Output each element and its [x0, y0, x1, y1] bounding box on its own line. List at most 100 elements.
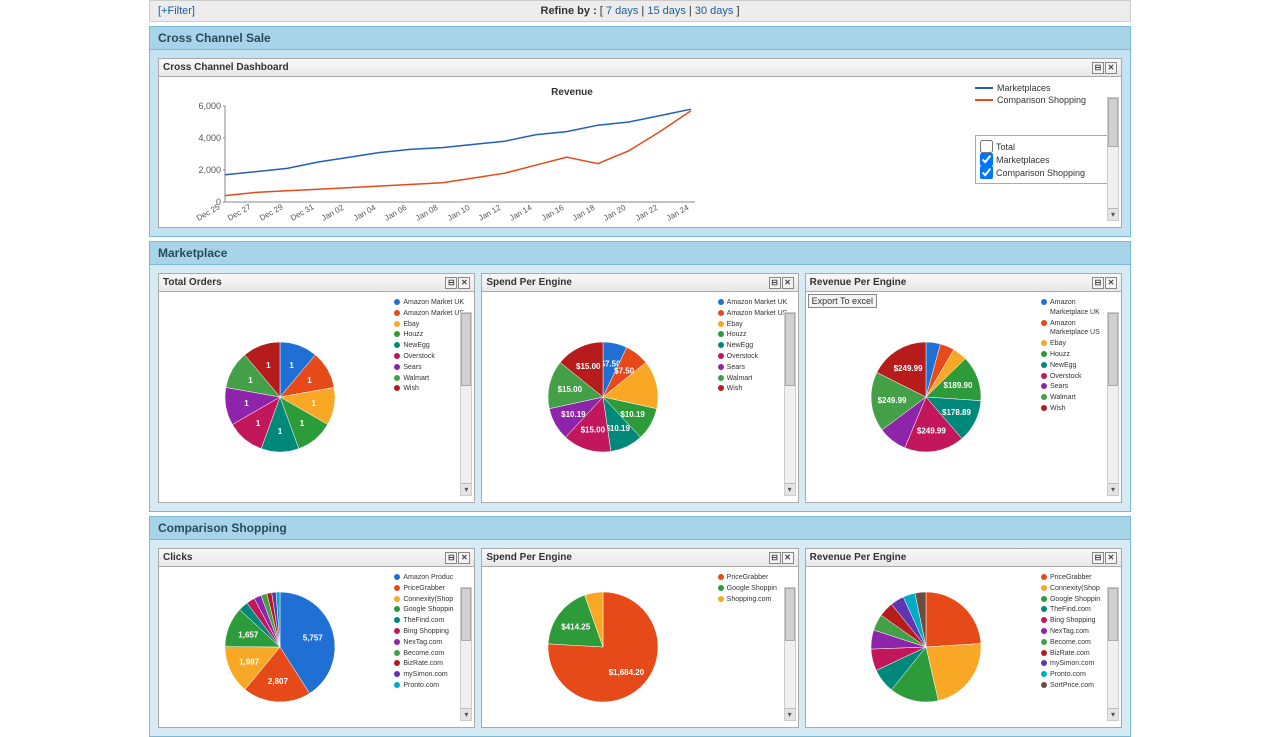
svg-text:1,657: 1,657 [238, 630, 259, 639]
legend-item: Google Shoppin [1041, 595, 1115, 605]
svg-text:4,000: 4,000 [198, 133, 221, 143]
legend-item: NewEgg [718, 341, 792, 351]
scrollbar[interactable]: ▾ [460, 312, 472, 496]
legend-item: Walmart [718, 374, 792, 384]
scrollbar[interactable]: ▾ [1107, 312, 1119, 496]
scrollbar[interactable]: ▾ [784, 312, 796, 496]
pie-chart: $7.50$7.50$10.19$10.19$15.00$10.19$15.00… [538, 332, 668, 462]
scrollbar[interactable]: ▾ [784, 587, 796, 721]
legend-item: Overstock [718, 352, 792, 362]
legend-item: Amazon Produc [394, 573, 468, 583]
close-icon[interactable]: ✕ [782, 277, 794, 289]
svg-text:1: 1 [266, 361, 271, 370]
legend-item: mySimon.com [1041, 659, 1115, 669]
close-icon[interactable]: ✕ [1105, 277, 1117, 289]
legend-item: Google Shoppin [394, 605, 468, 615]
close-icon[interactable]: ✕ [782, 552, 794, 564]
scrollbar[interactable]: ▾ [1107, 97, 1119, 221]
legend-item: Houzz [1041, 350, 1115, 360]
pie-chart: $189.90$178.89$249.99$249.99$249.99 [861, 332, 991, 462]
widget-mp-total-orders: Total Orders ⊟✕ 111111111 Amazon Market … [158, 273, 475, 503]
svg-text:1: 1 [277, 427, 282, 436]
series-toggle[interactable]: Marketplaces [980, 153, 1110, 166]
line-chart-svg: 02,0004,0006,000 [195, 102, 695, 212]
widget-cs-revenue: Revenue Per Engine ⊟✕ PriceGrabberConnex… [805, 548, 1122, 728]
legend-item: TheFind.com [394, 616, 468, 626]
svg-text:1,987: 1,987 [239, 657, 260, 666]
close-icon[interactable]: ✕ [458, 277, 470, 289]
legend-item: NewEgg [394, 341, 468, 351]
legend-item: Comparison Shopping [975, 95, 1115, 105]
svg-text:1: 1 [289, 361, 294, 370]
legend-item: Become.com [1041, 638, 1115, 648]
minimize-icon[interactable]: ⊟ [1092, 277, 1104, 289]
section-comparison: Comparison Shopping Clicks ⊟✕ 5,7572,807… [149, 516, 1131, 737]
svg-text:$414.25: $414.25 [561, 623, 590, 632]
scrollbar[interactable]: ▾ [1107, 587, 1119, 721]
widget-cs-clicks: Clicks ⊟✕ 5,7572,8071,9871,657 Amazon Pr… [158, 548, 475, 728]
minimize-icon[interactable]: ⊟ [1092, 552, 1104, 564]
minimize-icon[interactable]: ⊟ [769, 277, 781, 289]
series-toggle-box: TotalMarketplacesComparison Shopping [975, 135, 1115, 184]
filter-toggle[interactable]: [+Filter] [158, 5, 195, 17]
svg-text:1: 1 [256, 419, 261, 428]
legend-item: Walmart [394, 374, 468, 384]
series-toggle[interactable]: Total [980, 140, 1110, 153]
svg-text:$10.19: $10.19 [561, 410, 586, 419]
widget-title: Revenue Per Engine [810, 277, 907, 288]
refine-7days[interactable]: 7 days [606, 5, 638, 17]
pie-legend: Amazon Market UKAmazon Market USEbayHouz… [718, 298, 792, 496]
svg-text:1: 1 [307, 376, 312, 385]
minimize-icon[interactable]: ⊟ [1092, 62, 1104, 74]
close-icon[interactable]: ✕ [458, 552, 470, 564]
svg-text:$10.19: $10.19 [620, 410, 645, 419]
section-cross-channel: Cross Channel Sale Cross Channel Dashboa… [149, 26, 1131, 237]
svg-text:$10.19: $10.19 [605, 424, 630, 433]
line-chart-legend-panel: MarketplacesComparison Shopping TotalMar… [965, 83, 1115, 221]
legend-item: Houzz [394, 330, 468, 340]
pie-legend: PriceGrabberGoogle ShoppinShopping.com [718, 573, 792, 721]
legend-item: Sears [1041, 382, 1115, 392]
close-icon[interactable]: ✕ [1105, 552, 1117, 564]
minimize-icon[interactable]: ⊟ [445, 277, 457, 289]
scrollbar[interactable]: ▾ [460, 587, 472, 721]
widget-mp-spend: Spend Per Engine ⊟✕ $7.50$7.50$10.19$10.… [481, 273, 798, 503]
legend-item: Pronto.com [1041, 670, 1115, 680]
export-to-excel-button[interactable]: Export To excel [808, 294, 877, 308]
pie-chart: 5,7572,8071,9871,657 [215, 582, 345, 712]
filter-bar: [+Filter] Refine by : [ 7 days | 15 days… [149, 0, 1131, 22]
minimize-icon[interactable]: ⊟ [445, 552, 457, 564]
legend-item: Google Shoppin [718, 584, 792, 594]
refine-15days[interactable]: 15 days [647, 5, 686, 17]
refine-by: Refine by : [ 7 days | 15 days | 30 days… [541, 5, 740, 17]
svg-text:1: 1 [311, 399, 316, 408]
minimize-icon[interactable]: ⊟ [769, 552, 781, 564]
widget-title: Cross Channel Dashboard [163, 62, 289, 73]
legend-item: BizRate.com [394, 659, 468, 669]
pie-legend: Amazon ProducPriceGrabberConnexity(ShopG… [394, 573, 468, 721]
legend-item: Bing Shopping [394, 627, 468, 637]
legend-item: PriceGrabber [394, 584, 468, 594]
pie-legend: Amazon Market UKAmazon Market USEbayHouz… [394, 298, 468, 496]
legend-item: mySimon.com [394, 670, 468, 680]
widget-title: Revenue Per Engine [810, 552, 907, 563]
legend-item: PriceGrabber [1041, 573, 1115, 583]
legend-item: Sears [718, 363, 792, 373]
series-toggle[interactable]: Comparison Shopping [980, 166, 1110, 179]
line-legend: MarketplacesComparison Shopping [975, 83, 1115, 105]
legend-item: Sears [394, 363, 468, 373]
svg-text:$189.90: $189.90 [944, 381, 973, 390]
legend-item: Amazon Marketplace US [1041, 319, 1115, 339]
widget-title: Spend Per Engine [486, 277, 572, 288]
refine-30days[interactable]: 30 days [695, 5, 734, 17]
line-chart: Revenue 02,0004,0006,000 Dec 25Dec 27Dec… [165, 83, 965, 221]
legend-item: Amazon Market US [394, 309, 468, 319]
svg-text:$178.89: $178.89 [942, 408, 971, 417]
legend-item: Ebay [718, 320, 792, 330]
legend-item: Amazon Market UK [394, 298, 468, 308]
close-icon[interactable]: ✕ [1105, 62, 1117, 74]
legend-item: Amazon Marketplace UK [1041, 298, 1115, 318]
legend-item: Shopping.com [718, 595, 792, 605]
svg-text:$249.99: $249.99 [878, 396, 907, 405]
legend-item: NexTag.com [1041, 627, 1115, 637]
